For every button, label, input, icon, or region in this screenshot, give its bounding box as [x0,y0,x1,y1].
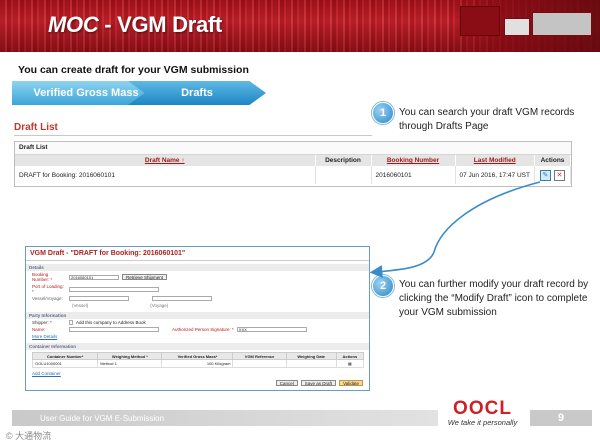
port-label: Port of Loading: * [32,284,64,294]
container-table: Container Number* Weighing Method * Veri… [31,352,365,368]
auth-input[interactable]: XXX [236,327,307,332]
cancel-button[interactable]: Cancel [275,380,298,386]
port-input[interactable] [69,286,159,292]
truck-container-shape [460,6,500,36]
booking-label: Booking Number: * [32,272,53,282]
logo-tagline: We take it personally [447,418,518,427]
vessel-input[interactable] [69,296,129,301]
voyage-input[interactable] [152,296,212,301]
save-as-draft-button[interactable]: Save as Draft [300,380,337,386]
ct-container[interactable]: OOLU1000001 [31,359,99,368]
form-title: VGM Draft - "DRAFT for Booking: 20160601… [26,247,369,261]
watermark: © 大通物流 [6,431,52,441]
auth-label: Authorized Person Signature: * [172,327,234,332]
oocl-logo: OOCL We take it personally [440,398,525,427]
add-company-label: Add this company to Address Book [76,320,146,325]
ct-col-actions: Actions [335,352,365,360]
ct-mass-value: 100 [206,361,214,366]
ct-mass[interactable]: 100 Kilogram [161,359,234,368]
section-container: Container Information [26,343,369,350]
booking-input[interactable]: 2016060101 [69,274,119,280]
voyage-sublabel: (Voyage) [150,303,169,308]
truck-trailer-shape [532,12,592,36]
more-details-link[interactable]: More Details [32,334,57,339]
section-details: Details [26,264,369,271]
vessel-sublabel: (Vessel) [72,303,89,308]
add-company-checkbox[interactable] [69,320,73,325]
title-rest: - VGM Draft [98,12,222,37]
truck-cab-shape [504,18,530,36]
ct-unit: Kilogram [214,361,231,366]
name-input[interactable] [69,327,159,332]
ct-date[interactable] [285,359,337,368]
ct-col-reference: VGM Reference [232,352,287,360]
ct-col-container: Container Number* [31,352,99,360]
page-number: 9 [530,410,592,426]
ct-col-date: Weighing Date [285,352,337,360]
section-party: Party Information [26,312,369,319]
vgm-draft-form: VGM Draft - "DRAFT for Booking: 20160601… [25,246,370,391]
ct-method[interactable]: Method 1 [97,359,163,368]
shipper-label: Shipper: * [32,320,52,325]
ct-col-mass: Verified Gross Mass* [161,352,234,360]
ct-reference[interactable] [232,359,287,368]
retrieve-shipment-button[interactable]: Retrieve Shipment [122,274,168,280]
vessel-label: Vessel/Voyage: [32,296,63,301]
title-moc: MOC [48,12,99,37]
validate-button[interactable]: Validate [339,380,363,386]
name-label: Name: [32,327,46,332]
table-row: OOLU1000001 Method 1 100 Kilogram ▦ [31,359,365,368]
ct-delete-icon[interactable]: ▦ [335,359,365,368]
page-title: MOC - VGM Draft [48,12,222,38]
logo-word: OOCL [453,398,512,419]
footer-bar: User Guide for VGM E-Submission [12,410,438,426]
ct-col-method: Weighing Method * [97,352,163,360]
add-container-link[interactable]: Add Container [32,371,61,376]
